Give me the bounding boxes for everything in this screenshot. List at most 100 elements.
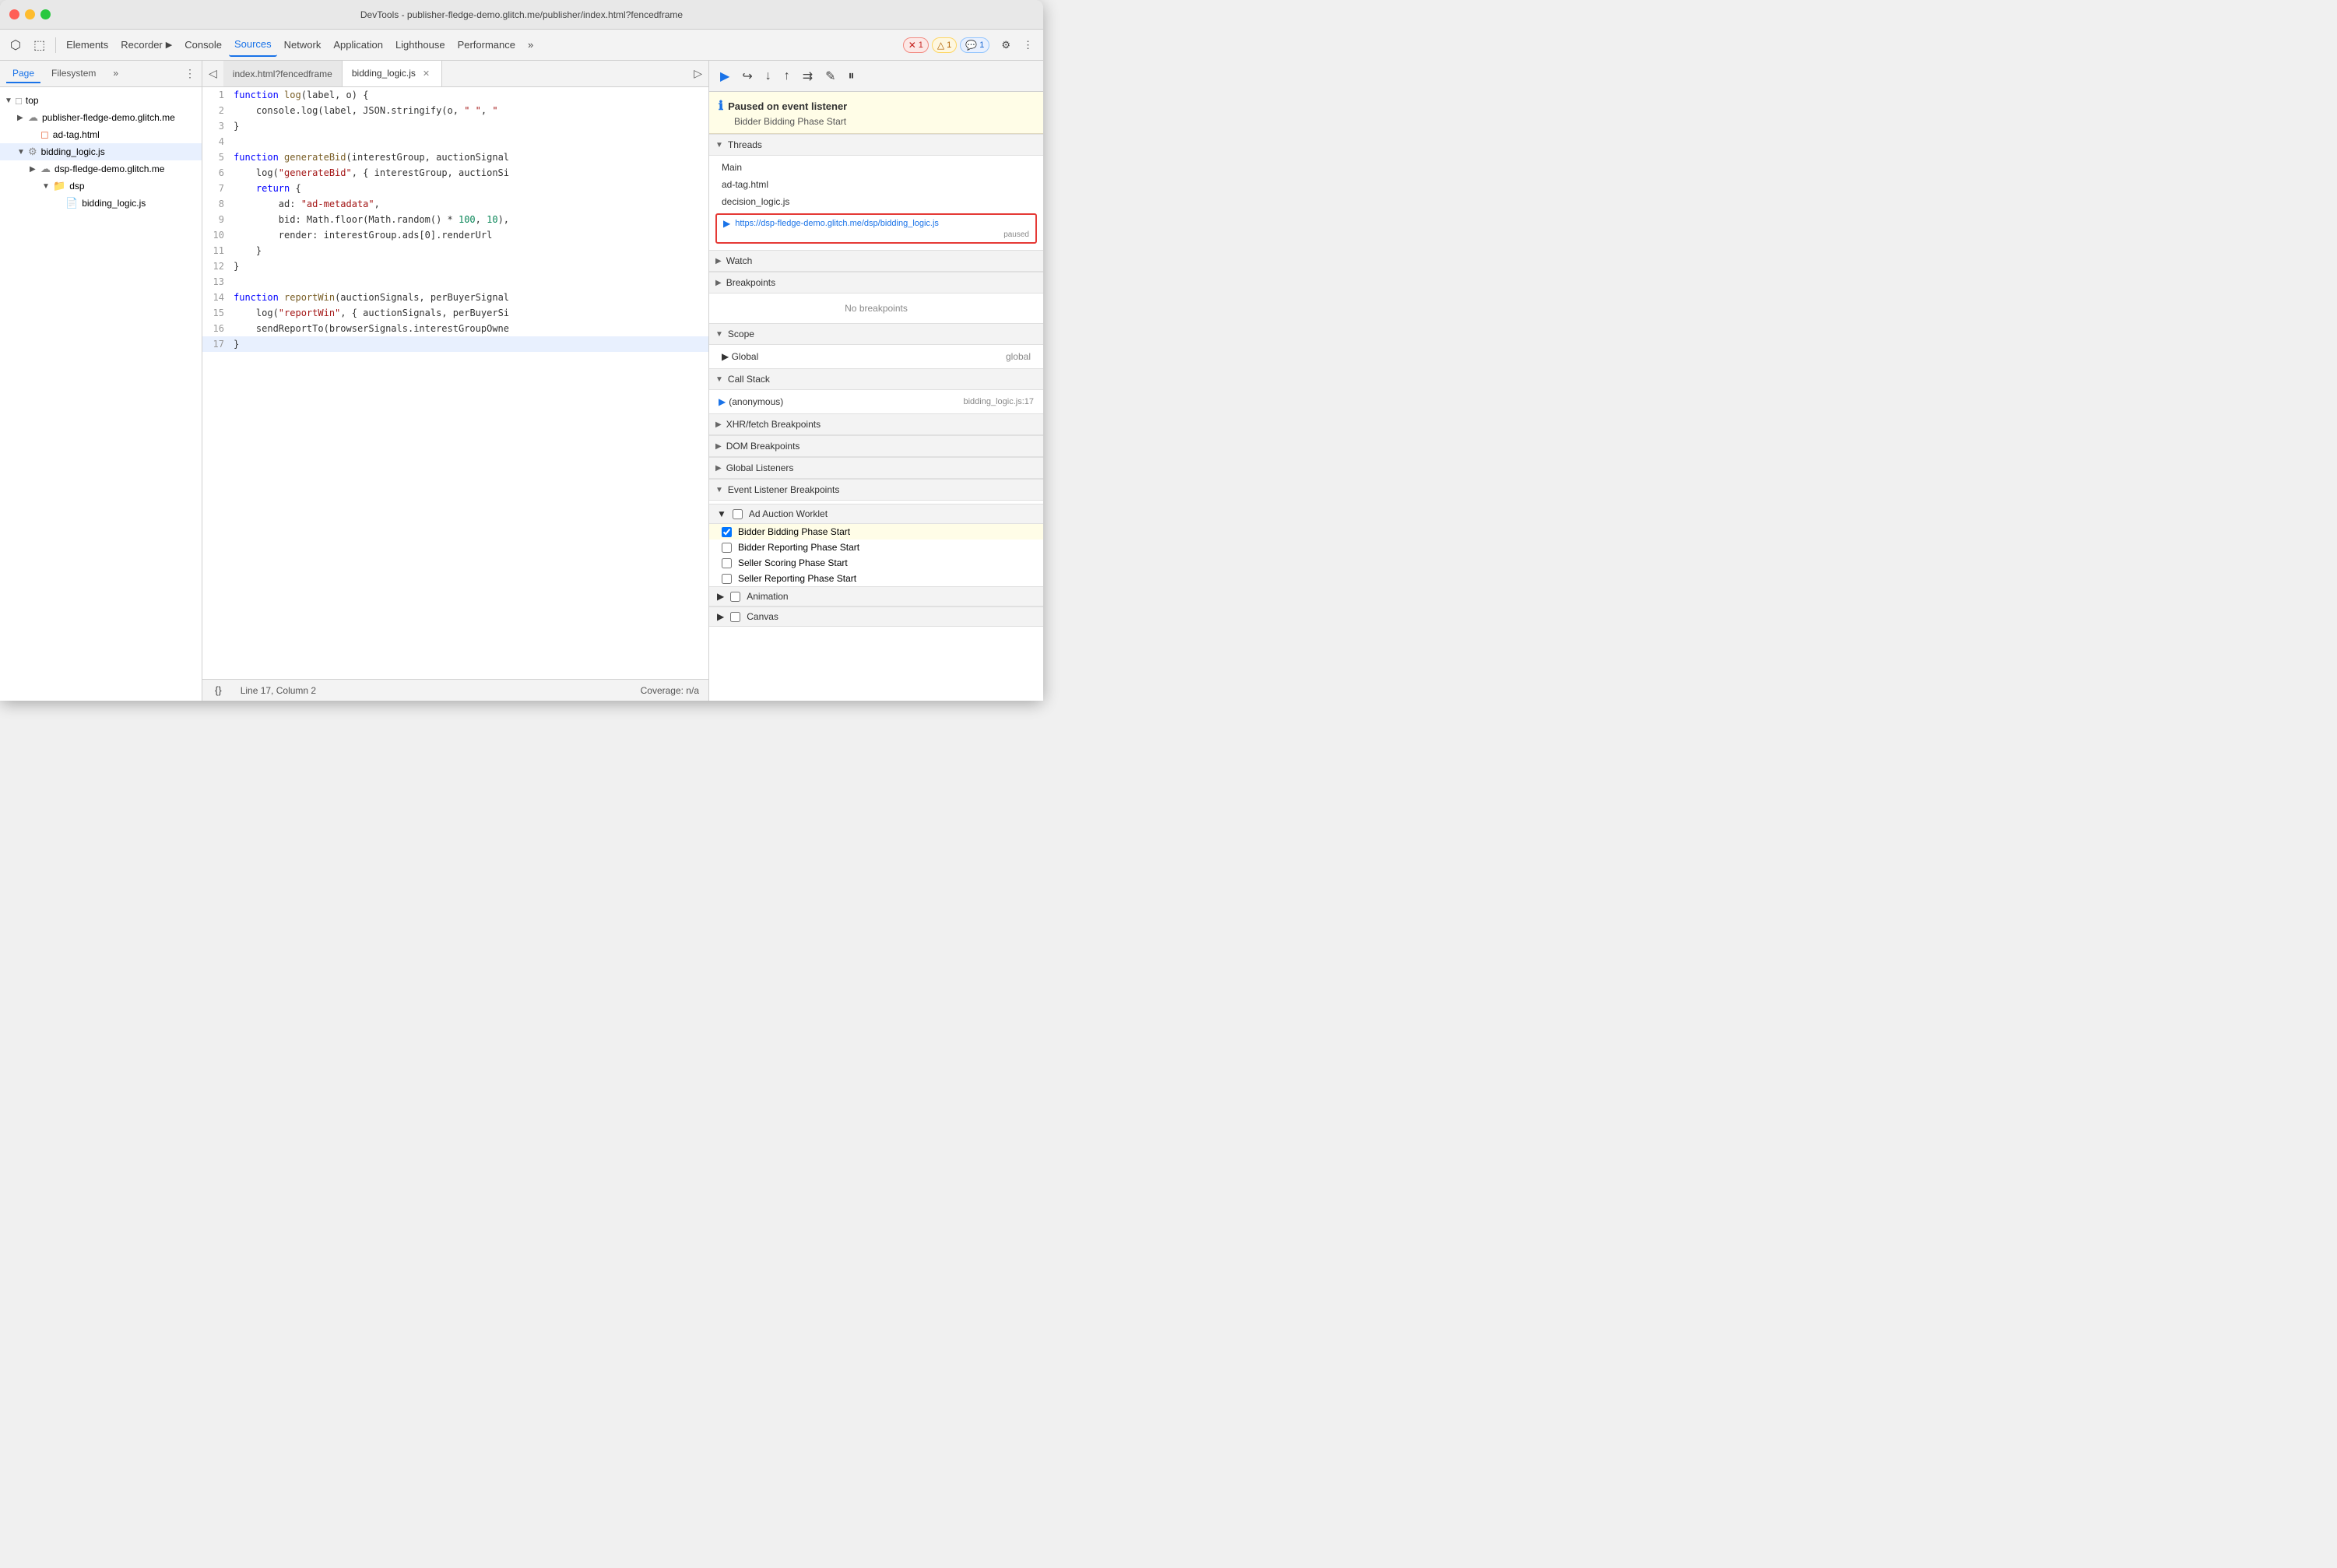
error-badge[interactable]: ✕ 1: [903, 37, 929, 53]
call-stack-section-header[interactable]: ▼ Call Stack: [709, 368, 1043, 390]
recorder-tab[interactable]: Recorder ▶: [115, 33, 177, 57]
seller-scoring-checkbox[interactable]: [722, 558, 732, 568]
dom-breakpoints-header[interactable]: ▶ DOM Breakpoints: [709, 435, 1043, 457]
canvas-section-header[interactable]: ▶ Canvas: [709, 606, 1043, 627]
active-thread-item[interactable]: ▶ https://dsp-fledge-demo.glitch.me/dsp/…: [715, 213, 1037, 244]
event-checkbox-label-3: Seller Reporting Phase Start: [738, 573, 856, 584]
tree-item-bidding-logic-file[interactable]: ▶ 📄 bidding_logic.js: [0, 195, 202, 212]
nav-back-button[interactable]: ◁: [202, 61, 223, 87]
animation-arrow-icon: ▶: [717, 591, 724, 602]
step-into-button[interactable]: ↓: [761, 66, 776, 86]
canvas-checkbox[interactable]: [730, 612, 740, 622]
cursor-tool-button[interactable]: ⬡: [5, 33, 26, 57]
network-tab[interactable]: Network: [279, 33, 327, 57]
tree-item-dsp-domain[interactable]: ▶ ☁ dsp-fledge-demo.glitch.me: [0, 160, 202, 178]
ad-auction-label: Ad Auction Worklet: [749, 508, 828, 519]
event-checkbox-item-0[interactable]: Bidder Bidding Phase Start: [709, 524, 1043, 540]
tree-item-ad-tag[interactable]: ▶ ◻ ad-tag.html: [0, 126, 202, 143]
ad-auction-worklet-header[interactable]: ▼ Ad Auction Worklet: [709, 504, 1043, 524]
bidder-bidding-checkbox[interactable]: [722, 527, 732, 537]
thread-decision-logic[interactable]: decision_logic.js: [709, 193, 1043, 210]
format-button[interactable]: {}: [212, 684, 225, 696]
active-thread-status: paused: [1003, 230, 1029, 239]
breakpoints-arrow-icon: ▶: [715, 279, 722, 287]
scope-section-header[interactable]: ▼ Scope: [709, 323, 1043, 345]
step-out-button[interactable]: ↑: [779, 66, 795, 86]
tab-more[interactable]: »: [107, 65, 125, 83]
code-editor[interactable]: 1 function log(label, o) { 2 console.log…: [202, 87, 708, 679]
error-count: 1: [919, 40, 923, 50]
warning-badge[interactable]: △ 1: [932, 37, 957, 53]
call-stack-arrow-icon: ▼: [715, 375, 723, 384]
sidebar-menu-icon[interactable]: ⋮: [184, 67, 195, 80]
elements-tab[interactable]: Elements: [61, 33, 114, 57]
lighthouse-tab[interactable]: Lighthouse: [390, 33, 451, 57]
more-options-icon: ⋮: [1023, 39, 1033, 51]
animation-checkbox[interactable]: [730, 592, 740, 602]
dom-arrow-icon: ▶: [715, 442, 722, 451]
tree-item-top[interactable]: ▼ □ top: [0, 92, 202, 109]
call-stack-arrow-icon: ▶: [719, 396, 726, 407]
thread-ad-tag[interactable]: ad-tag.html: [709, 176, 1043, 193]
thread-main[interactable]: Main: [709, 159, 1043, 176]
debugger-panel: ▶ ↪ ↓ ↑ ⇉ ✎ ⏸ ℹ Paused on event listener…: [708, 61, 1043, 701]
recorder-icon: ▶: [166, 40, 172, 50]
bidder-reporting-checkbox[interactable]: [722, 543, 732, 553]
step-button[interactable]: ⇉: [798, 65, 817, 87]
more-tabs-button[interactable]: »: [522, 33, 539, 57]
ad-auction-checkbox[interactable]: [733, 509, 743, 519]
settings-button[interactable]: ⚙: [996, 33, 1016, 57]
breakpoints-label: Breakpoints: [726, 277, 775, 288]
watch-section-header[interactable]: ▶ Watch: [709, 250, 1043, 272]
elements-label: Elements: [66, 39, 108, 51]
tab-page[interactable]: Page: [6, 65, 40, 83]
more-tabs-button[interactable]: ▷: [687, 61, 708, 87]
tree-item-publisher-domain[interactable]: ▶ ☁ publisher-fledge-demo.glitch.me: [0, 109, 202, 126]
debugger-toolbar: ▶ ↪ ↓ ↑ ⇉ ✎ ⏸: [709, 61, 1043, 92]
scope-global-item[interactable]: ▶ Global global: [709, 348, 1043, 365]
event-listener-header[interactable]: ▼ Event Listener Breakpoints: [709, 479, 1043, 501]
event-checkbox-item-1[interactable]: Bidder Reporting Phase Start: [709, 540, 1043, 555]
sources-tab[interactable]: Sources: [229, 33, 277, 57]
canvas-arrow-icon: ▶: [717, 611, 724, 622]
call-stack-item[interactable]: ▶ (anonymous) bidding_logic.js:17: [709, 393, 1043, 410]
resume-button[interactable]: ▶: [715, 65, 734, 87]
tree-item-dsp-folder[interactable]: ▼ 📁 dsp: [0, 178, 202, 195]
event-checkbox-item-2[interactable]: Seller Scoring Phase Start: [709, 555, 1043, 571]
code-line-9: 9 bid: Math.floor(Math.random() * 100, 1…: [202, 212, 708, 227]
tree-label: bidding_logic.js: [82, 198, 146, 209]
seller-reporting-checkbox[interactable]: [722, 574, 732, 584]
code-line-16: 16 sendReportTo(browserSignals.interestG…: [202, 321, 708, 336]
traffic-lights: [9, 9, 51, 19]
pause-on-exceptions-button[interactable]: ⏸: [844, 66, 859, 86]
threads-label: Threads: [728, 139, 762, 150]
animation-section-header[interactable]: ▶ Animation: [709, 586, 1043, 606]
tree-label: dsp-fledge-demo.glitch.me: [54, 163, 164, 174]
folder-icon: □: [16, 95, 22, 107]
xhr-breakpoints-header[interactable]: ▶ XHR/fetch Breakpoints: [709, 413, 1043, 435]
maximize-button[interactable]: [40, 9, 51, 19]
event-checkbox-item-3[interactable]: Seller Reporting Phase Start: [709, 571, 1043, 586]
minimize-button[interactable]: [25, 9, 35, 19]
global-listeners-header[interactable]: ▶ Global Listeners: [709, 457, 1043, 479]
info-badge[interactable]: 💬 1: [960, 37, 989, 53]
close-button[interactable]: [9, 9, 19, 19]
recorder-label: Recorder: [121, 39, 162, 51]
inspect-tool-button[interactable]: ⬚: [28, 33, 51, 57]
application-tab[interactable]: Application: [328, 33, 388, 57]
close-tab-icon[interactable]: ✕: [420, 68, 432, 79]
breakpoints-section-header[interactable]: ▶ Breakpoints: [709, 272, 1043, 294]
tab-index-html[interactable]: index.html?fencedframe: [223, 61, 343, 87]
arrow-icon: ▼: [5, 97, 12, 105]
threads-section-header[interactable]: ▼ Threads: [709, 134, 1043, 156]
tab-filesystem[interactable]: Filesystem: [45, 65, 102, 83]
tab-bidding-logic[interactable]: bidding_logic.js ✕: [343, 61, 442, 87]
performance-tab[interactable]: Performance: [452, 33, 521, 57]
active-thread-arrow-icon: ▶: [723, 218, 730, 229]
step-over-button[interactable]: ↪: [737, 65, 757, 87]
tree-item-bidding-logic[interactable]: ▼ ⚙ bidding_logic.js: [0, 143, 202, 160]
deactivate-breakpoints-button[interactable]: ✎: [821, 65, 840, 87]
console-tab[interactable]: Console: [179, 33, 227, 57]
more-options-button[interactable]: ⋮: [1017, 33, 1038, 57]
function-name: (anonymous): [729, 396, 783, 407]
